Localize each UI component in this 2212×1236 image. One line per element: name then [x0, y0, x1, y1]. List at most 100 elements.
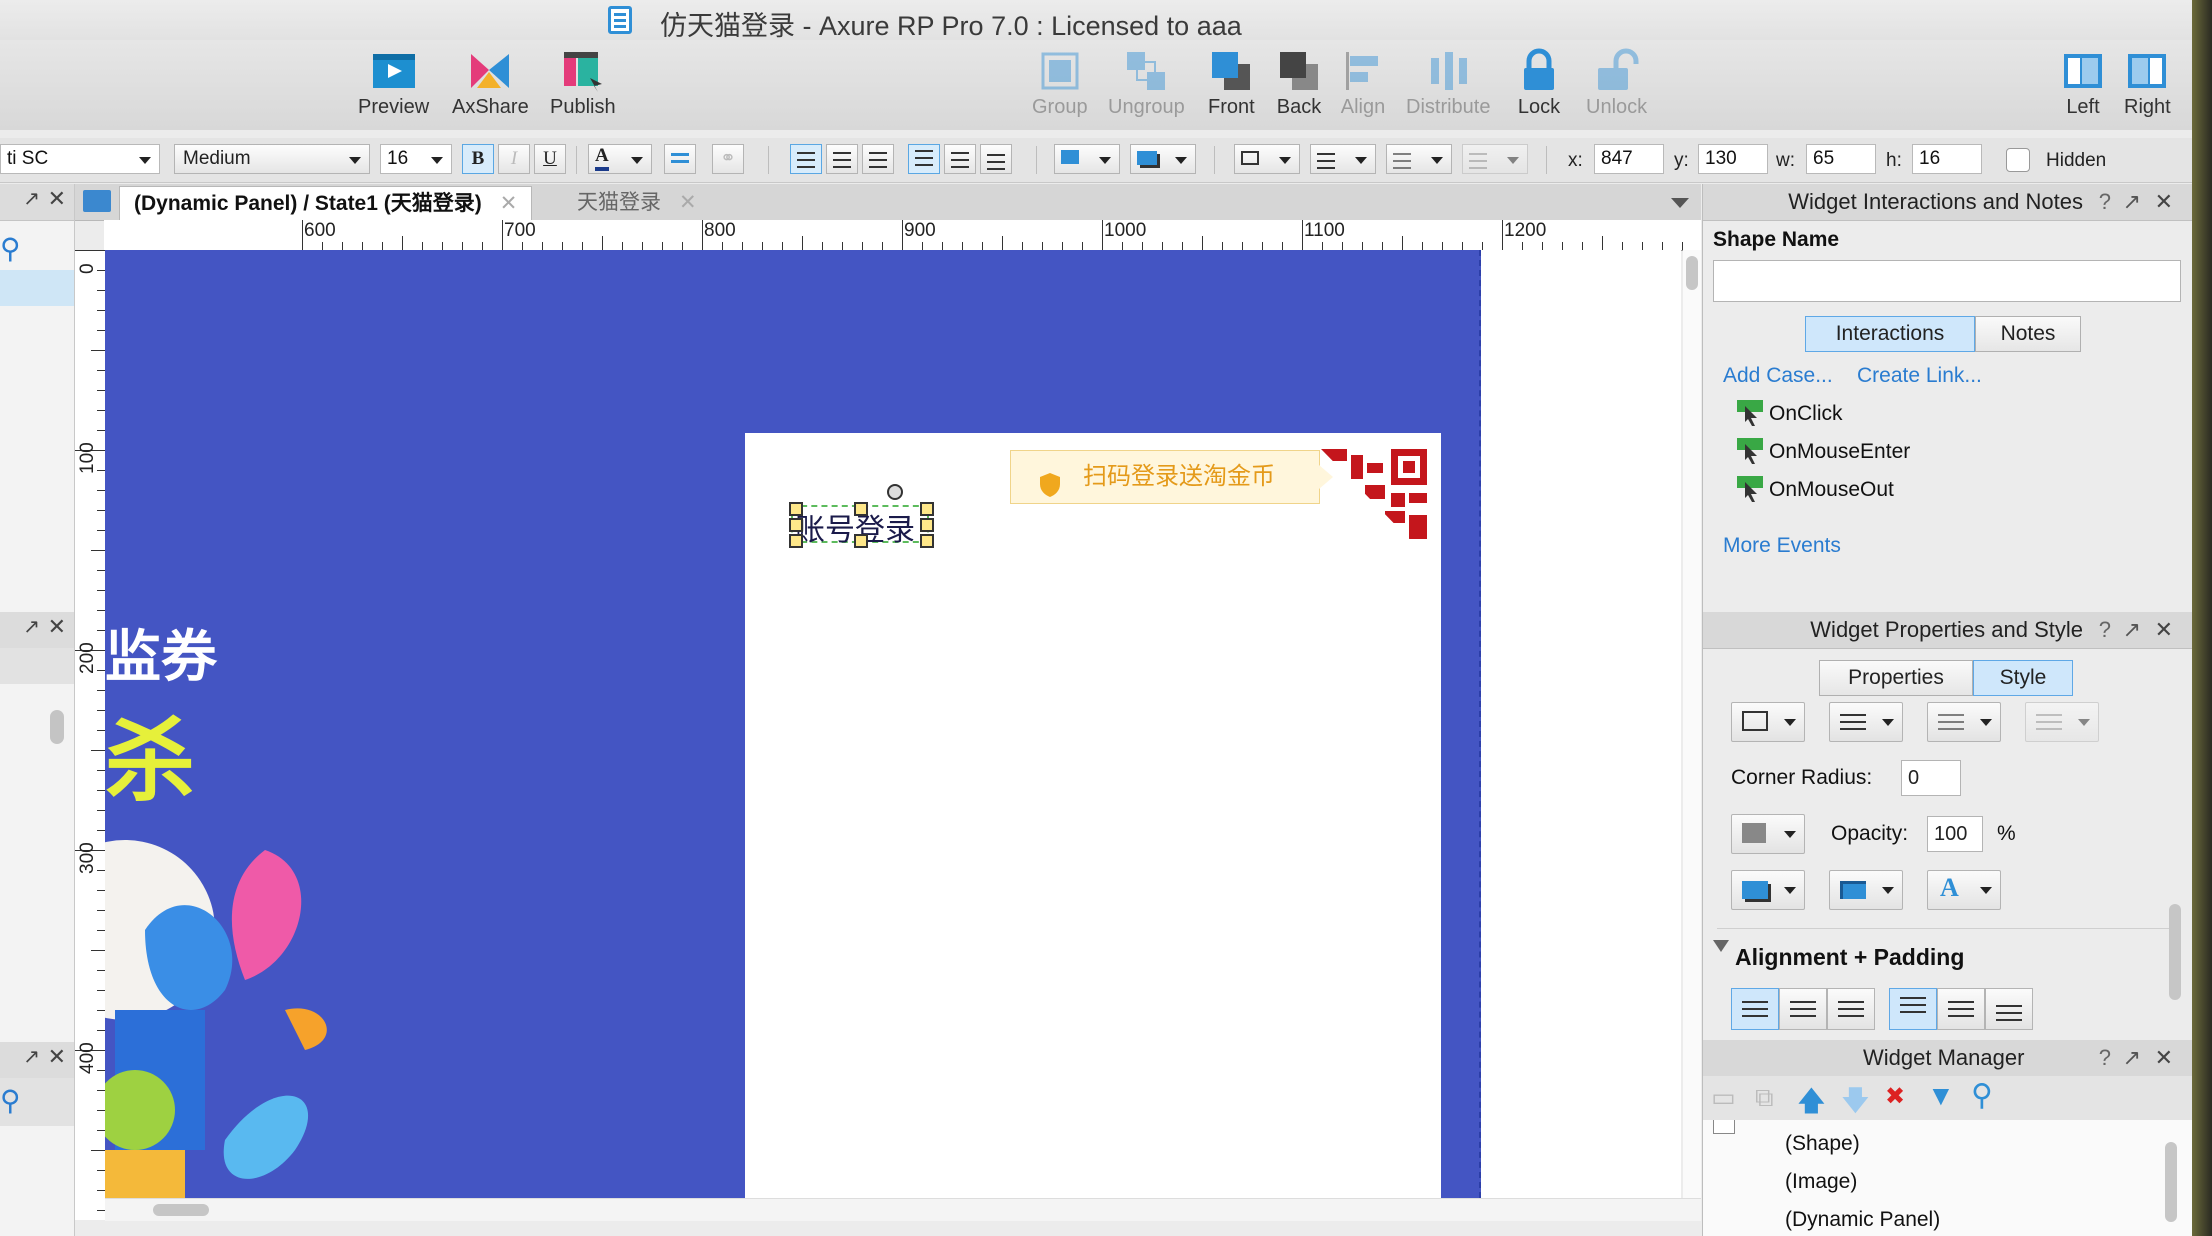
pin-icon[interactable]: ↗: [23, 1044, 40, 1069]
corner-radius-input[interactable]: 0: [1901, 760, 1961, 796]
valign-middle-button[interactable]: [944, 144, 976, 174]
link-button[interactable]: ⚭: [712, 144, 744, 174]
delete-icon[interactable]: ✖: [1885, 1082, 1905, 1111]
bullet-list-button[interactable]: [664, 144, 696, 174]
arrow-style-dropdown[interactable]: [2025, 702, 2099, 742]
resize-handle[interactable]: [920, 534, 934, 548]
shadow-button[interactable]: [1130, 144, 1196, 174]
tab-dynamic-panel[interactable]: (Dynamic Panel) / State1 (天猫登录) ✕: [119, 186, 533, 221]
scrollbar-thumb[interactable]: [153, 1204, 209, 1216]
pin-icon[interactable]: ↗: [2123, 184, 2141, 220]
italic-button[interactable]: I: [498, 144, 530, 174]
add-folder-icon[interactable]: ▭: [1711, 1082, 1736, 1113]
resize-handle[interactable]: [789, 518, 803, 532]
align-button[interactable]: Align: [1340, 48, 1386, 119]
right-panel-toggle-button[interactable]: Right: [2124, 48, 2171, 119]
distribute-button[interactable]: Distribute: [1406, 48, 1490, 119]
search-icon[interactable]: ⚲: [1971, 1078, 1993, 1113]
list-item[interactable]: (Shape): [1785, 1132, 1860, 1156]
scrollbar-thumb[interactable]: [1686, 256, 1698, 290]
help-icon[interactable]: ?: [2099, 1040, 2111, 1076]
duplicate-icon[interactable]: ⧉: [1755, 1082, 1774, 1114]
left-panel-toggle-button[interactable]: Left: [2060, 48, 2106, 119]
tab-style[interactable]: Style: [1973, 660, 2073, 696]
pin-icon[interactable]: ↗: [23, 186, 40, 211]
rotate-handle[interactable]: [887, 484, 903, 500]
search-icon[interactable]: ⚲: [0, 1084, 21, 1117]
lock-button[interactable]: Lock: [1516, 48, 1562, 119]
resize-handle[interactable]: [854, 534, 868, 548]
align-left-button[interactable]: [1731, 988, 1779, 1030]
close-icon[interactable]: ✕: [48, 614, 66, 640]
event-onclick[interactable]: OnClick: [1769, 402, 1843, 426]
bold-button[interactable]: B: [462, 144, 494, 174]
collapse-arrow-icon[interactable]: [1713, 940, 1729, 952]
unlock-button[interactable]: Unlock: [1586, 48, 1647, 119]
more-events-link[interactable]: More Events: [1723, 534, 1841, 558]
x-input[interactable]: 847: [1594, 144, 1664, 174]
close-icon[interactable]: ✕: [2155, 1040, 2173, 1076]
preview-button[interactable]: Preview: [358, 48, 429, 119]
fill-color-button[interactable]: [1054, 144, 1120, 174]
filter-icon[interactable]: ▼: [1927, 1080, 1955, 1112]
resize-handle[interactable]: [920, 518, 934, 532]
canvas-horizontal-scrollbar[interactable]: [105, 1198, 1701, 1221]
line-width-dropdown[interactable]: [1829, 702, 1903, 742]
align-center-button[interactable]: [1779, 988, 1827, 1030]
font-size-select[interactable]: 16: [380, 144, 452, 174]
shape-name-input[interactable]: [1713, 260, 2181, 302]
selected-page-row[interactable]: [0, 270, 74, 306]
line-width-button[interactable]: [1310, 144, 1376, 174]
line-color-button[interactable]: [1234, 144, 1300, 174]
fill-color-dropdown[interactable]: [1731, 814, 1805, 854]
resize-handle[interactable]: [920, 502, 934, 516]
help-icon[interactable]: ?: [2099, 612, 2111, 648]
resize-handle[interactable]: [789, 534, 803, 548]
resize-handle[interactable]: [789, 502, 803, 516]
valign-bottom-button[interactable]: [1985, 988, 2033, 1030]
close-icon[interactable]: ✕: [48, 186, 66, 212]
w-input[interactable]: 65: [1806, 144, 1876, 174]
scrollbar-thumb[interactable]: [2165, 1142, 2177, 1222]
tree-checkbox[interactable]: [1713, 1120, 1735, 1134]
qr-code-corner-icon[interactable]: [1321, 449, 1427, 557]
create-link-link[interactable]: Create Link...: [1857, 364, 1982, 388]
tab-overflow-icon[interactable]: [1671, 198, 1689, 208]
event-onmouseenter[interactable]: OnMouseEnter: [1769, 440, 1910, 464]
arrow-style-button[interactable]: [1462, 144, 1528, 174]
add-case-link[interactable]: Add Case...: [1723, 364, 1833, 388]
align-right-button[interactable]: [862, 144, 894, 174]
close-icon[interactable]: ✕: [48, 1044, 66, 1070]
tab-page[interactable]: 天猫登录 ✕: [563, 186, 711, 220]
valign-middle-button[interactable]: [1937, 988, 1985, 1030]
align-center-button[interactable]: [826, 144, 858, 174]
list-item[interactable]: (Image): [1785, 1170, 1857, 1194]
font-weight-select[interactable]: Medium: [174, 144, 370, 174]
valign-top-button[interactable]: [1889, 988, 1937, 1030]
tab-interactions[interactable]: Interactions: [1805, 316, 1975, 352]
design-canvas[interactable]: 监券 杀 扫码登录送淘金币 账号登录: [105, 250, 1681, 1198]
font-color-button[interactable]: A: [588, 144, 652, 174]
list-item[interactable]: (Dynamic Panel): [1785, 1208, 1940, 1232]
scrollbar-thumb[interactable]: [2169, 904, 2181, 1000]
search-icon[interactable]: ⚲: [0, 232, 21, 265]
close-icon[interactable]: ✕: [2155, 612, 2173, 648]
help-icon[interactable]: ?: [2099, 184, 2111, 220]
h-input[interactable]: 16: [1912, 144, 1982, 174]
close-tab-icon[interactable]: ✕: [679, 191, 697, 214]
line-pattern-dropdown[interactable]: [1927, 702, 2001, 742]
bring-front-button[interactable]: Front: [1208, 48, 1255, 119]
publish-button[interactable]: Publish: [550, 48, 616, 119]
hidden-checkbox[interactable]: [2006, 148, 2030, 172]
inner-shadow-dropdown[interactable]: [1829, 870, 1903, 910]
pin-icon[interactable]: ↗: [2123, 612, 2141, 648]
tab-notes[interactable]: Notes: [1975, 316, 2081, 352]
align-right-button[interactable]: [1827, 988, 1875, 1030]
pin-icon[interactable]: ↗: [2123, 1040, 2141, 1076]
y-input[interactable]: 130: [1698, 144, 1768, 174]
axshare-button[interactable]: AxShare: [452, 48, 529, 119]
line-pattern-button[interactable]: [1386, 144, 1452, 174]
close-tab-icon[interactable]: ✕: [500, 192, 518, 215]
close-icon[interactable]: ✕: [2155, 184, 2173, 220]
group-button[interactable]: Group: [1032, 48, 1088, 119]
